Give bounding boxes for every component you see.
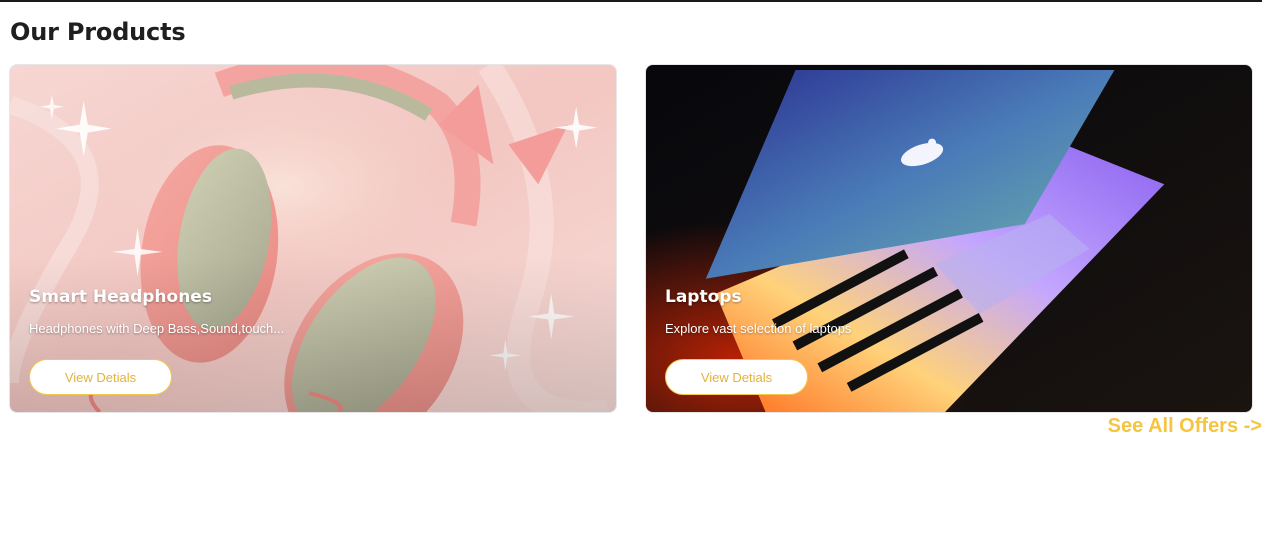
product-title: Smart Headphones: [29, 287, 212, 307]
card-body: Smart Headphones Headphones with Deep Ba…: [29, 287, 596, 395]
view-details-button[interactable]: View Detials: [665, 359, 808, 395]
product-description: Explore vast selection of laptops: [665, 321, 852, 336]
card-body: Laptops Explore vast selection of laptop…: [665, 287, 1232, 395]
product-card-headphones[interactable]: Smart Headphones Headphones with Deep Ba…: [9, 64, 617, 413]
top-divider: [0, 0, 1262, 2]
product-title: Laptops: [665, 287, 742, 307]
product-card-laptops[interactable]: Laptops Explore vast selection of laptop…: [645, 64, 1253, 413]
see-all-offers-link[interactable]: See All Offers ->: [1108, 415, 1262, 438]
section-title: Our Products: [10, 18, 186, 46]
product-description: Headphones with Deep Bass,Sound,touch...: [29, 321, 285, 336]
view-details-button[interactable]: View Detials: [29, 359, 172, 395]
